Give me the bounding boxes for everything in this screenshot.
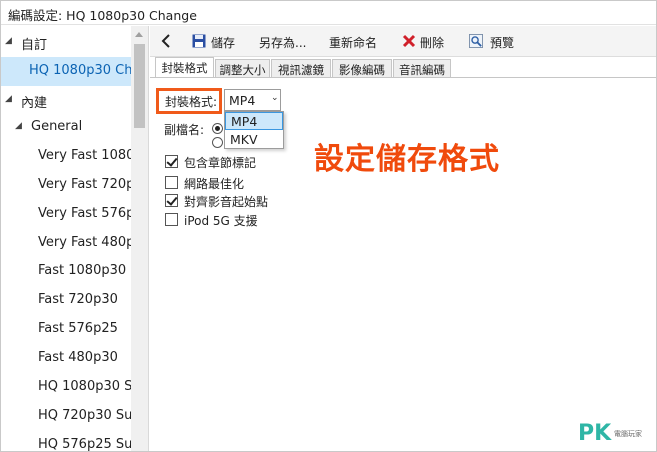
- expand-arrow-icon[interactable]: ◢: [15, 121, 25, 131]
- format-option-mkv[interactable]: MKV: [225, 131, 283, 149]
- save-as-label: 另存為...: [259, 36, 307, 50]
- chevron-down-icon: ⌄: [271, 93, 279, 103]
- tab-container[interactable]: 封裝格式: [155, 57, 214, 78]
- delete-x-icon: [402, 34, 416, 48]
- expand-arrow-icon[interactable]: ◢: [5, 94, 15, 104]
- format-option-mp4[interactable]: MP4: [225, 112, 283, 130]
- tab-audio-encoding[interactable]: 音訊編碼: [393, 59, 451, 78]
- tree-item-preset[interactable]: Fast 720p30: [1, 286, 131, 315]
- tree-item-preset[interactable]: HQ 720p30 Surround: [1, 402, 131, 431]
- checkbox-label: 包含章節標記: [184, 156, 257, 170]
- tree-item-label: HQ 1080p30 Change: [29, 63, 131, 78]
- tree-item-selected-preset[interactable]: HQ 1080p30 Change: [1, 57, 131, 86]
- container-settings-panel: 封裝格式: MP4 ⌄ 副檔名: MP4 MKV 包含章節標記 網路最佳化 對齊…: [150, 78, 656, 451]
- preview-button[interactable]: 預覽: [469, 33, 519, 51]
- tree-item-preset[interactable]: Very Fast 720p30: [1, 171, 131, 200]
- app-window: 編碼設定: HQ 1080p30 Change ◢ 自訂 HQ 1080p30 …: [0, 0, 657, 452]
- sidebar-scrollbar[interactable]: [131, 26, 148, 451]
- tree-item-preset[interactable]: Fast 576p25: [1, 315, 131, 344]
- web-optimize-checkbox[interactable]: [165, 176, 178, 189]
- web-optimize-checkbox-row[interactable]: 網路最佳化: [165, 175, 285, 191]
- tree-item-preset[interactable]: HQ 576p25 Surround: [1, 431, 131, 452]
- format-dropdown-list: MP4 MKV: [224, 111, 284, 149]
- tree-item-general[interactable]: ◢ General: [1, 113, 131, 142]
- delete-label: 刪除: [420, 36, 445, 50]
- align-av-start-checkbox[interactable]: [165, 194, 178, 207]
- tree-item-label: Fast 720p30: [38, 292, 118, 307]
- save-as-button[interactable]: 另存為...: [259, 33, 311, 51]
- tree-item-preset[interactable]: Fast 1080p30: [1, 257, 131, 286]
- tree-item-preset[interactable]: HQ 1080p30 Surround: [1, 373, 131, 402]
- save-button[interactable]: 儲存: [192, 33, 240, 51]
- chapter-markers-checkbox[interactable]: [165, 155, 178, 168]
- tree-item-preset[interactable]: Very Fast 1080p30: [1, 142, 131, 171]
- back-button[interactable]: [158, 33, 174, 49]
- tree-item-preset[interactable]: Very Fast 576p25: [1, 200, 131, 229]
- checkbox-label: iPod 5G 支援: [184, 214, 258, 228]
- tree-item-custom[interactable]: ◢ 自訂: [1, 28, 131, 57]
- ipod-5g-checkbox[interactable]: [165, 213, 178, 226]
- tree-item-label: Fast 480p30: [38, 350, 118, 365]
- toolbar: 儲存 另存為... 重新命名 刪除 預覽: [150, 26, 656, 57]
- checkbox-label: 對齊影音起始點: [184, 195, 269, 209]
- delete-button[interactable]: 刪除: [402, 33, 448, 51]
- tab-resize[interactable]: 調整大小: [215, 59, 270, 78]
- scroll-up-arrow-icon[interactable]: [131, 26, 148, 42]
- container-format-label: 封裝格式:: [165, 95, 218, 109]
- align-av-start-checkbox-row[interactable]: 對齊影音起始點: [165, 193, 285, 209]
- extension-radio-1[interactable]: [212, 123, 223, 134]
- rename-label: 重新命名: [329, 36, 378, 50]
- settings-tabs: 封裝格式 調整大小 視訊濾鏡 影像編碼 音訊編碼: [150, 57, 656, 78]
- tree-item-label: Very Fast 576p25: [38, 206, 131, 221]
- extension-radio-2[interactable]: [212, 137, 223, 148]
- scroll-thumb[interactable]: [134, 44, 145, 128]
- watermark-caption: 電腦玩家: [614, 430, 642, 438]
- watermark-brand: PK: [578, 421, 612, 446]
- tree-item-label: 自訂: [21, 38, 48, 53]
- title-bar: 編碼設定: HQ 1080p30 Change: [1, 1, 656, 25]
- tree-item-label: 內建: [21, 96, 48, 111]
- tree-item-preset[interactable]: Very Fast 480p30: [1, 229, 131, 258]
- tree-item-label: HQ 1080p30 Surround: [38, 379, 131, 394]
- annotation-callout: 設定儲存格式: [314, 142, 500, 177]
- tree-item-label: HQ 720p30 Surround: [38, 408, 131, 423]
- checkbox-label: 網路最佳化: [184, 177, 245, 191]
- chapter-markers-checkbox-row[interactable]: 包含章節標記: [165, 154, 285, 170]
- selected-format-value: MP4: [229, 93, 256, 108]
- container-format-select[interactable]: MP4 ⌄: [224, 89, 281, 111]
- save-label: 儲存: [211, 36, 236, 50]
- watermark-logo: PK 電腦玩家: [578, 421, 654, 447]
- expand-arrow-icon[interactable]: ◢: [5, 36, 15, 46]
- tree-item-label: Very Fast 1080p30: [38, 148, 131, 163]
- tree-item-label: General: [31, 119, 83, 134]
- preview-magnifier-icon: [469, 34, 483, 48]
- tab-video-filters[interactable]: 視訊濾鏡: [271, 59, 331, 78]
- tree-item-label: Very Fast 480p30: [38, 235, 131, 250]
- tree-item-label: HQ 576p25 Surround: [38, 437, 131, 452]
- preset-sidebar: ◢ 自訂 HQ 1080p30 Change ◢ 內建 ◢ General Ve…: [1, 26, 149, 452]
- chevron-left-icon: [161, 34, 170, 48]
- window-title: 編碼設定: HQ 1080p30 Change: [8, 8, 197, 23]
- tab-video-encoding[interactable]: 影像編碼: [332, 59, 392, 78]
- preview-label: 預覽: [490, 36, 515, 50]
- ipod-5g-checkbox-row[interactable]: iPod 5G 支援: [165, 212, 285, 228]
- tree-item-label: Fast 1080p30: [38, 263, 127, 278]
- tree-item-builtin[interactable]: ◢ 內建: [1, 86, 131, 115]
- floppy-disk-icon: [192, 34, 206, 48]
- extension-label: 副檔名:: [164, 123, 205, 137]
- tree-item-preset[interactable]: Fast 480p30: [1, 344, 131, 373]
- tree-item-label: Very Fast 720p30: [38, 177, 131, 192]
- tree-item-label: Fast 576p25: [38, 321, 118, 336]
- rename-button[interactable]: 重新命名: [329, 33, 381, 51]
